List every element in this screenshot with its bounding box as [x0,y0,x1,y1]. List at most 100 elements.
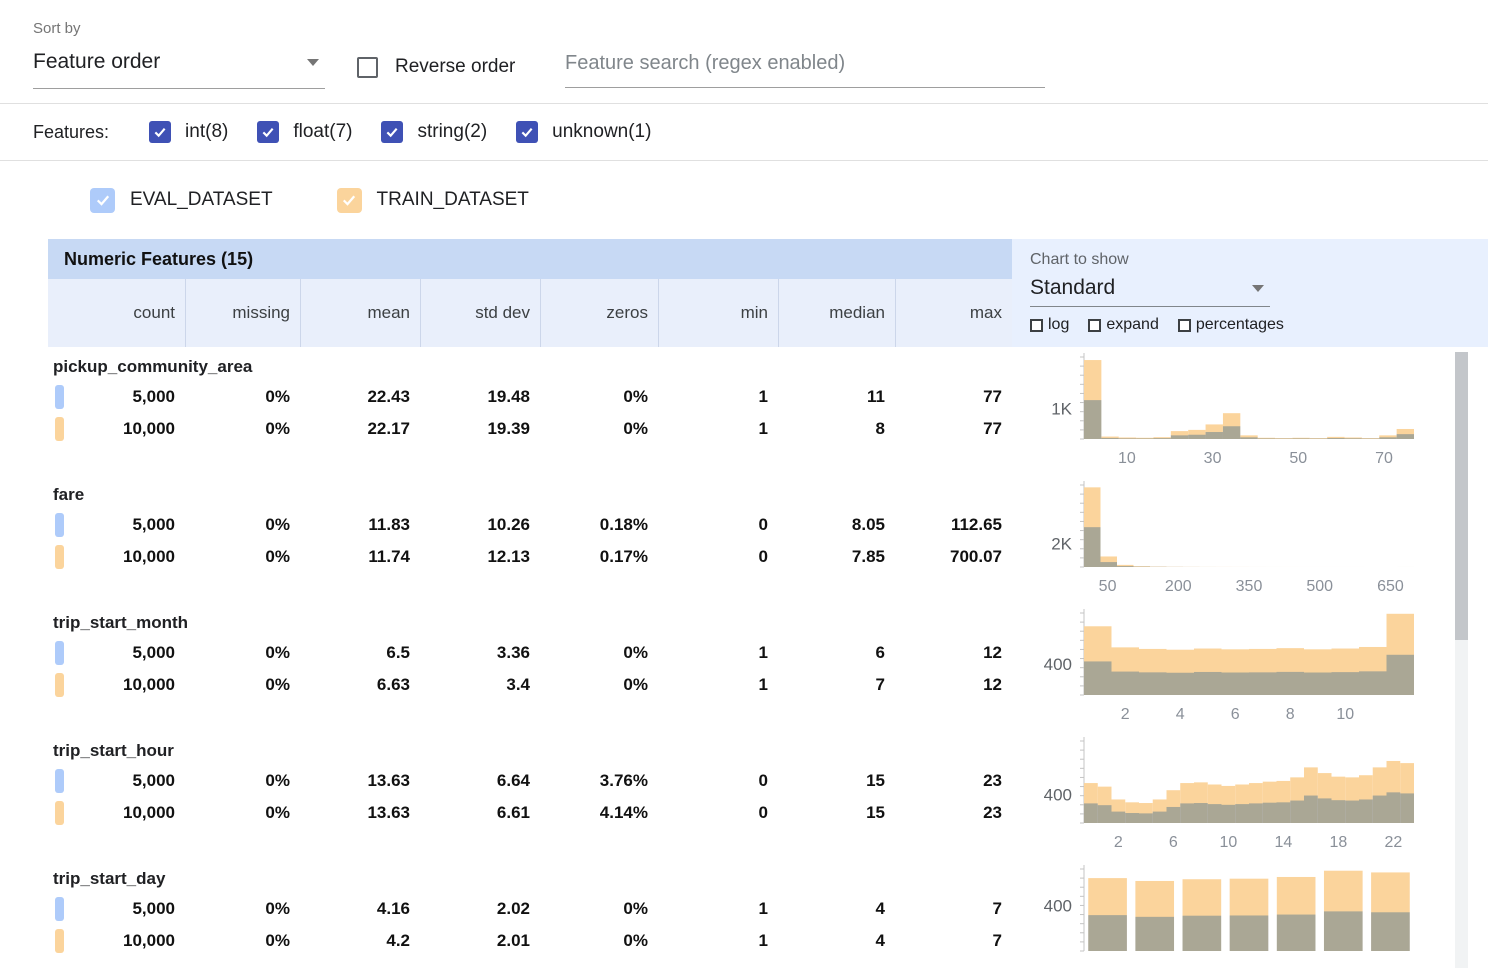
svg-text:1K: 1K [1051,400,1072,419]
stat-value: 6.64 [420,771,540,791]
stat-value: 0% [185,771,300,791]
stat-value: 3.36 [420,643,540,663]
log-checkbox[interactable]: log [1030,316,1069,334]
train-dataset-marker [55,929,64,953]
feature-search [565,50,1045,88]
train-dataset-toggle[interactable]: TRAIN_DATASET [337,188,529,213]
reverse-order-checkbox[interactable]: Reverse order [357,56,515,78]
checkbox-unchecked-icon[interactable] [1178,319,1191,332]
filter-string-checkbox[interactable]: string(2) [381,121,487,143]
sort-order-select[interactable]: Feature order [33,46,325,89]
table-header: Numeric Features (15) count missing mean… [48,239,1488,347]
stat-value: 0 [658,515,778,535]
feature-stats: trip_start_day 5,0000%4.162.020%147 10,0… [48,859,1012,968]
column-headers: count missing mean std dev zeros min med… [48,279,1012,347]
vertical-scrollbar[interactable] [1455,352,1468,968]
filter-float-checkbox[interactable]: float(7) [257,121,352,143]
stat-value: 2.01 [420,931,540,951]
stat-value: 23 [895,771,1012,791]
col-header-count: count [48,279,185,347]
expand-checkbox[interactable]: expand [1088,316,1159,334]
train-stat-row: 10,0000%11.7412.130.17%07.85700.07 [48,541,1012,573]
checkbox-checked-icon[interactable] [90,188,115,213]
svg-text:10: 10 [1118,450,1136,467]
svg-text:50: 50 [1289,450,1307,467]
eval-dataset-label: EVAL_DATASET [130,189,273,211]
checkbox-unchecked-icon[interactable] [1088,319,1101,332]
feature-histogram: 400 [1020,861,1452,968]
feature-name: trip_start_month [48,609,1012,637]
checkbox-unchecked-icon[interactable] [357,57,378,78]
checkbox-checked-icon[interactable] [381,121,403,143]
stat-value: 1 [658,675,778,695]
stat-value: 10,000 [48,803,185,823]
stat-value: 7 [895,899,1012,919]
feature-row: fare 5,0000%11.8310.260.18%08.05112.65 1… [48,475,1488,603]
chart-options: log expand percentages [1030,316,1488,334]
eval-stat-row: 5,0000%11.8310.260.18%08.05112.65 [48,509,1012,541]
stat-value: 5,000 [48,771,185,791]
stat-value: 6.61 [420,803,540,823]
checkbox-checked-icon[interactable] [149,121,171,143]
stat-value: 7 [778,675,895,695]
stat-value: 0% [185,931,300,951]
feature-chart: 4002610141822 [1012,731,1456,859]
col-header-missing: missing [185,279,300,347]
checkbox-checked-icon[interactable] [516,121,538,143]
stat-value: 8.05 [778,515,895,535]
stat-value: 22.17 [300,419,420,439]
svg-text:2: 2 [1114,834,1123,851]
feature-chart: 400246810 [1012,603,1456,731]
percentages-checkbox[interactable]: percentages [1178,316,1284,334]
stat-value: 0.17% [540,547,658,567]
stats-header: Numeric Features (15) count missing mean… [48,239,1012,347]
reverse-order-label: Reverse order [395,56,515,78]
svg-text:650: 650 [1377,578,1404,595]
feature-search-input[interactable] [565,50,1045,88]
svg-text:400: 400 [1044,785,1072,804]
stat-value: 5,000 [48,643,185,663]
svg-text:6: 6 [1231,706,1240,723]
svg-text:400: 400 [1044,655,1072,674]
stat-value: 2.02 [420,899,540,919]
col-header-stddev: std dev [420,279,540,347]
filter-unknown-checkbox[interactable]: unknown(1) [516,121,651,143]
chart-to-show-label: Chart to show [1030,251,1488,269]
chart-type-value: Standard [1030,276,1115,300]
stat-value: 1 [658,931,778,951]
eval-dataset-toggle[interactable]: EVAL_DATASET [90,188,273,213]
svg-text:2: 2 [1121,706,1130,723]
stat-value: 0 [658,547,778,567]
svg-text:10: 10 [1219,834,1237,851]
stat-value: 0% [540,643,658,663]
percentages-label: percentages [1196,316,1284,334]
stat-value: 0% [540,387,658,407]
stat-value: 5,000 [48,515,185,535]
stat-value: 1 [658,899,778,919]
stat-value: 4.16 [300,899,420,919]
stat-value: 4 [778,931,895,951]
stat-value: 15 [778,803,895,823]
feature-histogram: 2K50200350500650 [1020,477,1452,595]
feature-row: pickup_community_area 5,0000%22.4319.480… [48,347,1488,475]
svg-text:8: 8 [1286,706,1295,723]
col-header-mean: mean [300,279,420,347]
feature-histogram: 400246810 [1020,605,1452,723]
stat-value: 0% [540,931,658,951]
checkbox-checked-icon[interactable] [337,188,362,213]
stat-value: 10,000 [48,419,185,439]
facets-overview-app: Sort by Feature order Reverse order Feat… [0,0,1488,968]
feature-row: trip_start_month 5,0000%6.53.360%1612 10… [48,603,1488,731]
checkbox-unchecked-icon[interactable] [1030,319,1043,332]
eval-stat-row: 5,0000%6.53.360%1612 [48,637,1012,669]
filter-int-checkbox[interactable]: int(8) [149,121,228,143]
scrollbar-thumb[interactable] [1455,352,1468,640]
stat-value: 22.43 [300,387,420,407]
svg-text:200: 200 [1165,578,1192,595]
feature-name: trip_start_day [48,865,1012,893]
chart-type-select[interactable]: Standard [1030,269,1270,307]
feature-name: trip_start_hour [48,737,1012,765]
checkbox-checked-icon[interactable] [257,121,279,143]
stat-value: 0 [658,771,778,791]
stat-value: 3.76% [540,771,658,791]
